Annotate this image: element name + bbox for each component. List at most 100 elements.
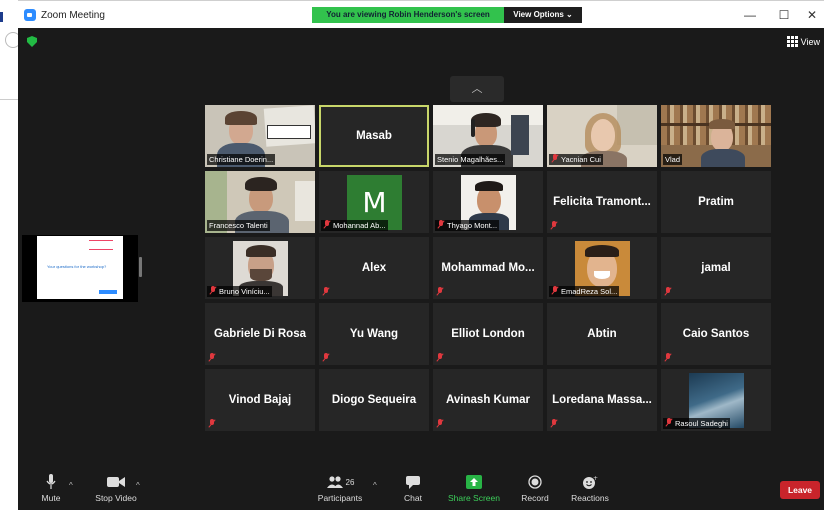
participants-options-caret-icon[interactable]: ^ — [373, 481, 377, 490]
participant-tile[interactable]: Vinod Bajaj — [205, 369, 315, 431]
video-options-caret-icon[interactable]: ^ — [136, 481, 140, 490]
chat-label: Chat — [404, 493, 422, 503]
share-screen-button[interactable]: Share Screen — [446, 474, 502, 503]
participant-tile[interactable]: Abtin — [547, 303, 657, 365]
participant-name: Felicita Tramont... — [553, 196, 651, 208]
participant-name: Bruno Viníciu... — [207, 286, 272, 297]
participant-tile[interactable]: Vlad — [661, 105, 771, 167]
participant-tile[interactable]: Avinash Kumar — [433, 369, 543, 431]
participant-tile[interactable]: Rasoul Sadeghi — [661, 369, 771, 431]
record-button[interactable]: Record — [518, 474, 552, 503]
minimize-button[interactable]: — — [740, 7, 760, 23]
participant-tile[interactable]: M Mohannad Ab... — [319, 171, 429, 233]
participant-tile[interactable]: Stenio Magalhães... — [433, 105, 543, 167]
participant-name: Caio Santos — [682, 328, 750, 340]
participant-tile[interactable]: Yacnian Cui — [547, 105, 657, 167]
emoji-reaction-icon: + — [570, 474, 610, 490]
background-app-accent — [0, 12, 3, 22]
participant-name: Diogo Sequeira — [331, 394, 417, 406]
participant-name: Vlad — [663, 154, 683, 165]
slide-logo — [99, 290, 117, 294]
stop-video-label: Stop Video — [95, 493, 137, 503]
reactions-label: Reactions — [571, 493, 609, 503]
participant-tile[interactable]: Yu Wang — [319, 303, 429, 365]
participants-button[interactable]: 26 Participants — [314, 474, 366, 503]
participant-name: Pratim — [698, 196, 734, 208]
view-options-button[interactable]: View Options ⌄ — [504, 7, 582, 23]
svg-text:+: + — [593, 475, 598, 482]
participant-name: Yacnian Cui — [549, 154, 603, 165]
record-label: Record — [521, 493, 549, 503]
participant-tile[interactable]: EmadReza Sol... — [547, 237, 657, 299]
participant-tile[interactable]: Francesco Talenti — [205, 171, 315, 233]
screen-share-banner: You are viewing Robin Henderson's screen… — [312, 7, 582, 23]
participant-name: EmadReza Sol... — [549, 286, 620, 297]
background-app-edge — [0, 0, 21, 510]
muted-mic-icon — [664, 287, 672, 296]
mute-button[interactable]: Mute — [36, 474, 66, 503]
participants-label: Participants — [317, 493, 363, 503]
muted-mic-icon — [322, 287, 330, 296]
gallery-page-up-button[interactable]: ︿ — [450, 76, 504, 102]
muted-mic-icon — [550, 419, 558, 428]
participant-tile[interactable]: Gabriele Di Rosa — [205, 303, 315, 365]
participant-name: Alex — [361, 262, 387, 274]
participant-name: Elliot London — [451, 328, 525, 340]
muted-mic-icon — [665, 418, 673, 427]
muted-mic-icon — [436, 287, 444, 296]
encryption-shield-icon[interactable] — [27, 36, 37, 47]
participant-tile[interactable]: Mohammad Mo... — [433, 237, 543, 299]
maximize-button[interactable]: ☐ — [774, 7, 794, 23]
viewing-screen-text: You are viewing Robin Henderson's screen — [312, 7, 504, 23]
participant-tile[interactable]: jamal — [661, 237, 771, 299]
participants-icon: 26 — [314, 474, 366, 490]
muted-mic-icon — [436, 353, 444, 362]
participant-tile-active-speaker[interactable]: Masab — [319, 105, 429, 167]
view-layout-button[interactable]: View — [786, 36, 820, 47]
participant-name: Abtin — [587, 328, 617, 340]
muted-mic-icon — [209, 286, 217, 295]
participant-tile[interactable]: Elliot London — [433, 303, 543, 365]
participant-tile[interactable]: Christiane Doerin... — [205, 105, 315, 167]
slide-question-text: Your questions for the workshop? — [47, 264, 107, 269]
muted-mic-icon — [436, 419, 444, 428]
zoom-app-icon — [24, 9, 36, 21]
shared-screen-thumbnail[interactable]: Your questions for the workshop? — [22, 235, 138, 302]
participant-tile[interactable]: Loredana Massa... — [547, 369, 657, 431]
stop-video-button[interactable]: Stop Video — [92, 474, 140, 503]
participant-tile[interactable]: Thyago Mont... — [433, 171, 543, 233]
participant-tile[interactable]: Pratim — [661, 171, 771, 233]
participant-name: Mohammad Mo... — [441, 262, 535, 274]
leave-button[interactable]: Leave — [780, 481, 820, 499]
participant-name: Loredana Massa... — [552, 394, 652, 406]
participant-name: Christiane Doerin... — [207, 154, 276, 165]
participant-name: Masab — [356, 130, 392, 142]
chat-button[interactable]: Chat — [398, 474, 428, 503]
participant-tile[interactable]: Alex — [319, 237, 429, 299]
participants-count: 26 — [345, 477, 355, 487]
participant-name: Gabriele Di Rosa — [213, 328, 307, 340]
participant-tile[interactable]: Bruno Viníciu... — [205, 237, 315, 299]
record-icon — [518, 474, 552, 490]
meeting-area: View ︿ Your questions for the workshop? … — [18, 28, 824, 510]
muted-mic-icon — [551, 154, 559, 163]
zoom-window: Zoom Meeting — ☐ ✕ You are viewing Robin… — [0, 0, 824, 510]
thumbnail-resize-handle[interactable] — [139, 257, 142, 277]
audio-options-caret-icon[interactable]: ^ — [69, 481, 73, 490]
participant-name: Thyago Mont... — [435, 220, 500, 231]
participant-tile[interactable]: Felicita Tramont... — [547, 171, 657, 233]
close-button[interactable]: ✕ — [802, 7, 822, 23]
participant-tile[interactable]: Caio Santos — [661, 303, 771, 365]
window-title: Zoom Meeting — [41, 10, 105, 21]
participant-name: Yu Wang — [349, 328, 399, 340]
muted-mic-icon — [208, 419, 216, 428]
participant-name: jamal — [701, 262, 731, 274]
view-label: View — [800, 36, 820, 47]
muted-mic-icon — [323, 220, 331, 229]
share-screen-label: Share Screen — [448, 493, 500, 503]
mute-label: Mute — [41, 493, 61, 503]
muted-mic-icon — [322, 353, 330, 362]
reactions-button[interactable]: + Reactions — [570, 474, 610, 504]
participant-tile[interactable]: Diogo Sequeira — [319, 369, 429, 431]
muted-mic-icon — [437, 220, 445, 229]
